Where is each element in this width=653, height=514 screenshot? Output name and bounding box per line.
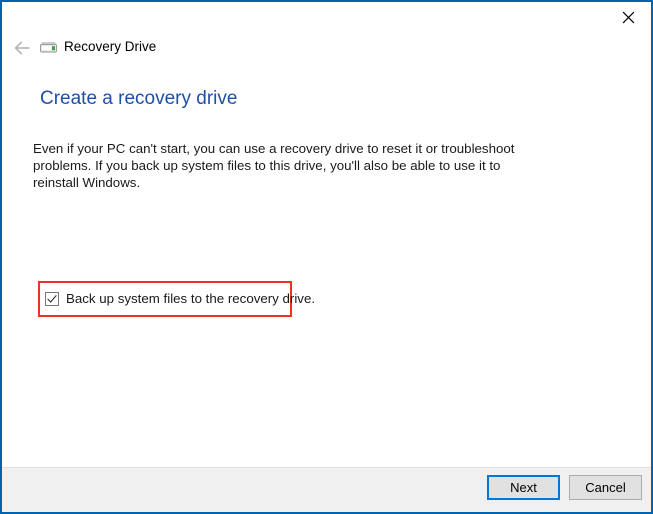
next-button[interactable]: Next bbox=[487, 475, 560, 500]
recovery-drive-icon bbox=[40, 41, 57, 55]
intro-paragraph: Even if your PC can't start, you can use… bbox=[33, 141, 515, 190]
checkbox-box[interactable] bbox=[45, 292, 59, 306]
footer-button-group: Next Cancel bbox=[487, 475, 642, 500]
footer-bar: Next Cancel bbox=[2, 467, 651, 512]
checkbox-label: Back up system files to the recovery dri… bbox=[66, 291, 316, 306]
close-button[interactable] bbox=[605, 2, 651, 32]
cancel-button[interactable]: Cancel bbox=[569, 475, 642, 500]
title-bar: Recovery Drive bbox=[2, 2, 651, 68]
navigation-row: Recovery Drive bbox=[2, 35, 651, 63]
content-area: Create a recovery drive Even if your PC … bbox=[2, 68, 651, 468]
close-icon bbox=[622, 11, 635, 24]
backup-system-files-checkbox[interactable]: Back up system files to the recovery dri… bbox=[45, 289, 315, 309]
recovery-drive-window: Recovery Drive Create a recovery drive E… bbox=[0, 0, 653, 514]
back-arrow-icon bbox=[13, 39, 31, 57]
page-title: Create a recovery drive bbox=[40, 88, 238, 109]
app-title: Recovery Drive bbox=[64, 39, 157, 54]
checkmark-icon bbox=[47, 295, 57, 303]
back-button[interactable] bbox=[11, 37, 33, 59]
